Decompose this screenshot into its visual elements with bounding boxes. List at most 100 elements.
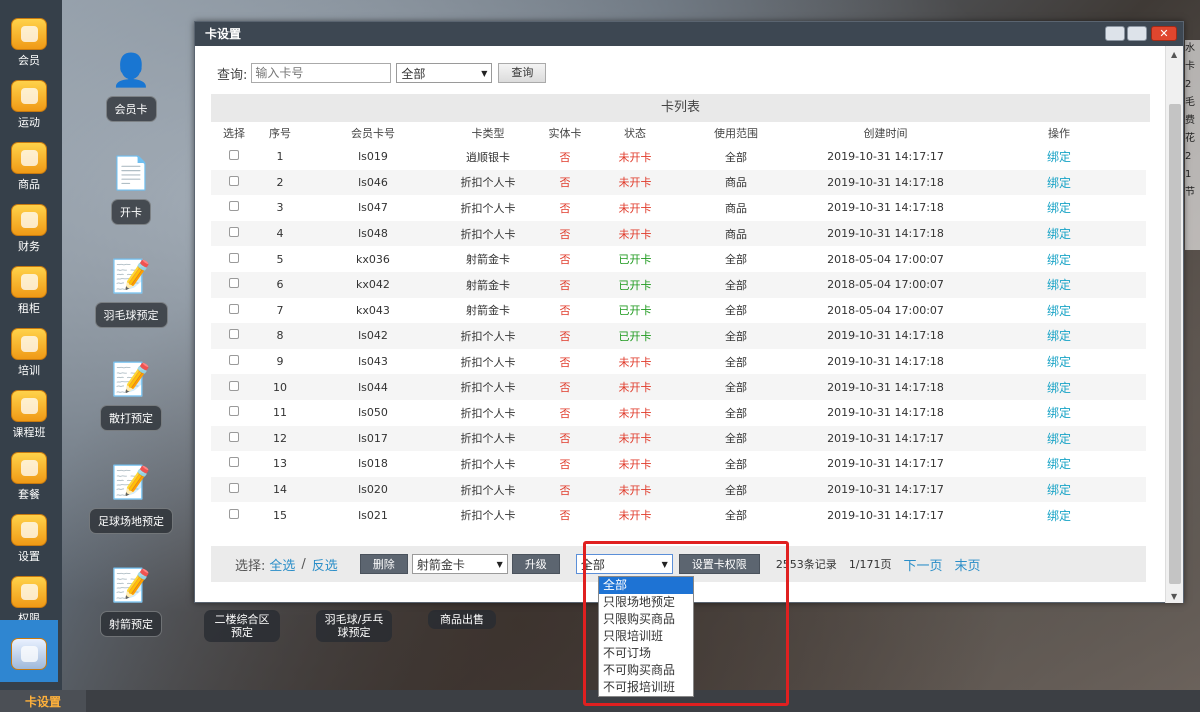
scope-value: 全部 bbox=[580, 557, 605, 572]
row-checkbox[interactable] bbox=[229, 329, 239, 340]
scroll-down-icon[interactable]: ▼ bbox=[1171, 592, 1177, 601]
desktop-shortcut[interactable]: 📝 足球场地预定 bbox=[88, 462, 174, 534]
scope-option[interactable]: 只限场地预定 bbox=[599, 594, 693, 611]
sidebar-item-0[interactable]: 会员 bbox=[0, 0, 58, 67]
member-card-icon: 👤 bbox=[111, 51, 151, 89]
table-cell: 未开卡 bbox=[597, 374, 673, 400]
delete-button[interactable]: 删除 bbox=[359, 554, 408, 574]
desktop-chip[interactable]: 商品出售 bbox=[428, 610, 496, 629]
row-checkbox[interactable] bbox=[229, 175, 239, 186]
row-select-cell bbox=[211, 476, 257, 503]
table-cell: 折扣个人卡 bbox=[443, 374, 533, 400]
close-icon[interactable]: ✕ bbox=[1151, 26, 1177, 41]
bind-link[interactable]: 绑定 bbox=[972, 169, 1146, 196]
bind-link[interactable]: 绑定 bbox=[972, 349, 1146, 375]
bind-link[interactable]: 绑定 bbox=[972, 323, 1146, 349]
last-page-link[interactable]: 末页 bbox=[955, 555, 981, 574]
scope-option[interactable]: 不可购买商品 bbox=[599, 662, 693, 679]
sidebar-item-10[interactable] bbox=[0, 620, 58, 682]
maximize-icon[interactable] bbox=[1127, 26, 1147, 41]
scope-option[interactable]: 全部 bbox=[599, 577, 693, 594]
query-button[interactable]: 查询 bbox=[498, 63, 547, 83]
bind-link[interactable]: 绑定 bbox=[972, 220, 1146, 247]
sidebar-item-1[interactable]: 运动 bbox=[0, 62, 58, 129]
bind-link[interactable]: 绑定 bbox=[972, 502, 1146, 528]
scope-select[interactable]: 全部 ▼ bbox=[575, 554, 673, 574]
row-checkbox[interactable] bbox=[229, 355, 239, 366]
bind-link[interactable]: 绑定 bbox=[972, 195, 1146, 221]
sidebar-item-5[interactable]: 培训 bbox=[0, 310, 58, 377]
bind-link[interactable]: 绑定 bbox=[972, 400, 1146, 426]
next-page-link[interactable]: 下一页 bbox=[904, 555, 943, 574]
row-checkbox[interactable] bbox=[229, 431, 239, 442]
scope-option[interactable]: 不可订场 bbox=[599, 645, 693, 662]
table-cell: ls020 bbox=[303, 476, 443, 503]
card-type-select[interactable]: 射箭金卡 ▼ bbox=[411, 554, 508, 574]
bind-link[interactable]: 绑定 bbox=[972, 271, 1146, 298]
desktop-shortcut[interactable]: 📄 开卡 bbox=[88, 153, 174, 225]
row-checkbox[interactable] bbox=[229, 457, 239, 468]
scrollbar-thumb[interactable] bbox=[1169, 104, 1181, 584]
bind-link[interactable]: 绑定 bbox=[972, 144, 1146, 170]
scope-option[interactable]: 只限购买商品 bbox=[599, 611, 693, 628]
table-cell: 12 bbox=[257, 425, 303, 452]
bind-link[interactable]: 绑定 bbox=[972, 476, 1146, 503]
desktop-shortcut[interactable]: 👤 会员卡 bbox=[88, 50, 174, 122]
sidebar-item-9[interactable]: 权限 bbox=[0, 558, 58, 625]
select-all-link[interactable]: 全选 bbox=[269, 555, 295, 574]
row-checkbox[interactable] bbox=[229, 380, 239, 391]
sidebar-item-8[interactable]: 设置 bbox=[0, 496, 58, 563]
table-cell: 否 bbox=[533, 425, 597, 452]
bind-link[interactable]: 绑定 bbox=[972, 451, 1146, 477]
table-row: 6 kx042 射箭金卡否已开卡 全部 2018-05-04 17:00:07 绑定 bbox=[211, 271, 1146, 298]
table-cell: 射箭金卡 bbox=[466, 304, 510, 318]
scroll-up-icon[interactable]: ▲ bbox=[1171, 50, 1177, 59]
table-cell: 商品 bbox=[725, 201, 747, 215]
table-cell: 折扣个人卡 bbox=[443, 476, 533, 503]
table-cell: 未开卡 bbox=[618, 509, 652, 523]
window-scrollbar[interactable]: ▲ ▼ bbox=[1165, 46, 1183, 603]
bind-link[interactable]: 绑定 bbox=[972, 298, 1146, 324]
sidebar-item-6[interactable]: 课程班 bbox=[0, 372, 58, 439]
desktop-shortcut-label: 开卡 bbox=[111, 199, 151, 225]
table-cell: 已开卡 bbox=[597, 271, 673, 298]
bind-link[interactable]: 绑定 bbox=[972, 246, 1146, 272]
bind-link[interactable]: 绑定 bbox=[972, 425, 1146, 452]
sidebar-item-4[interactable]: 租柜 bbox=[0, 248, 58, 315]
chevron-down-icon: ▼ bbox=[481, 68, 488, 78]
scope-option[interactable]: 只限培训班 bbox=[599, 628, 693, 645]
taskbar-tab-card-settings[interactable]: 卡设置 bbox=[0, 690, 86, 712]
card-number-input[interactable] bbox=[251, 63, 392, 83]
desktop-shortcut[interactable]: 📝 散打预定 bbox=[88, 359, 174, 431]
row-checkbox[interactable] bbox=[229, 303, 239, 314]
table-cell: 未开卡 bbox=[618, 457, 652, 471]
upgrade-button[interactable]: 升级 bbox=[511, 554, 560, 574]
desktop-chip[interactable]: 二楼综合区预定 bbox=[204, 610, 280, 642]
invert-selection-link[interactable]: 反选 bbox=[312, 555, 338, 574]
scope-option[interactable]: 不可报培训班 bbox=[599, 679, 693, 696]
sidebar-item-3[interactable]: 财务 bbox=[0, 186, 58, 253]
row-checkbox[interactable] bbox=[229, 252, 239, 263]
sidebar-item-2[interactable]: 商品 bbox=[0, 124, 58, 191]
row-checkbox[interactable] bbox=[229, 406, 239, 417]
row-checkbox[interactable] bbox=[229, 227, 239, 238]
row-select-cell bbox=[211, 271, 257, 298]
desktop-shortcut[interactable]: 📝 射箭预定 bbox=[88, 565, 174, 637]
column-header: 选择 bbox=[223, 127, 245, 140]
row-checkbox[interactable] bbox=[229, 150, 239, 161]
row-checkbox[interactable] bbox=[229, 483, 239, 494]
bind-link[interactable]: 绑定 bbox=[972, 374, 1146, 400]
set-permission-button[interactable]: 设置卡权限 bbox=[678, 554, 760, 574]
table-cell: 全部 bbox=[725, 457, 747, 471]
desktop-shortcut-label: 羽毛球预定 bbox=[94, 302, 168, 328]
locker-icon bbox=[11, 266, 47, 298]
desktop-chip[interactable]: 羽毛球/乒乓球预定 bbox=[316, 610, 392, 642]
query-filter-select[interactable]: 全部 ▼ bbox=[396, 63, 493, 83]
row-checkbox[interactable] bbox=[229, 201, 239, 212]
table-cell: 15 bbox=[273, 508, 287, 522]
row-checkbox[interactable] bbox=[229, 278, 239, 289]
desktop-shortcut[interactable]: 📝 羽毛球预定 bbox=[88, 256, 174, 328]
row-checkbox[interactable] bbox=[229, 508, 239, 519]
minimize-icon[interactable] bbox=[1105, 26, 1125, 41]
sidebar-item-7[interactable]: 套餐 bbox=[0, 434, 58, 501]
